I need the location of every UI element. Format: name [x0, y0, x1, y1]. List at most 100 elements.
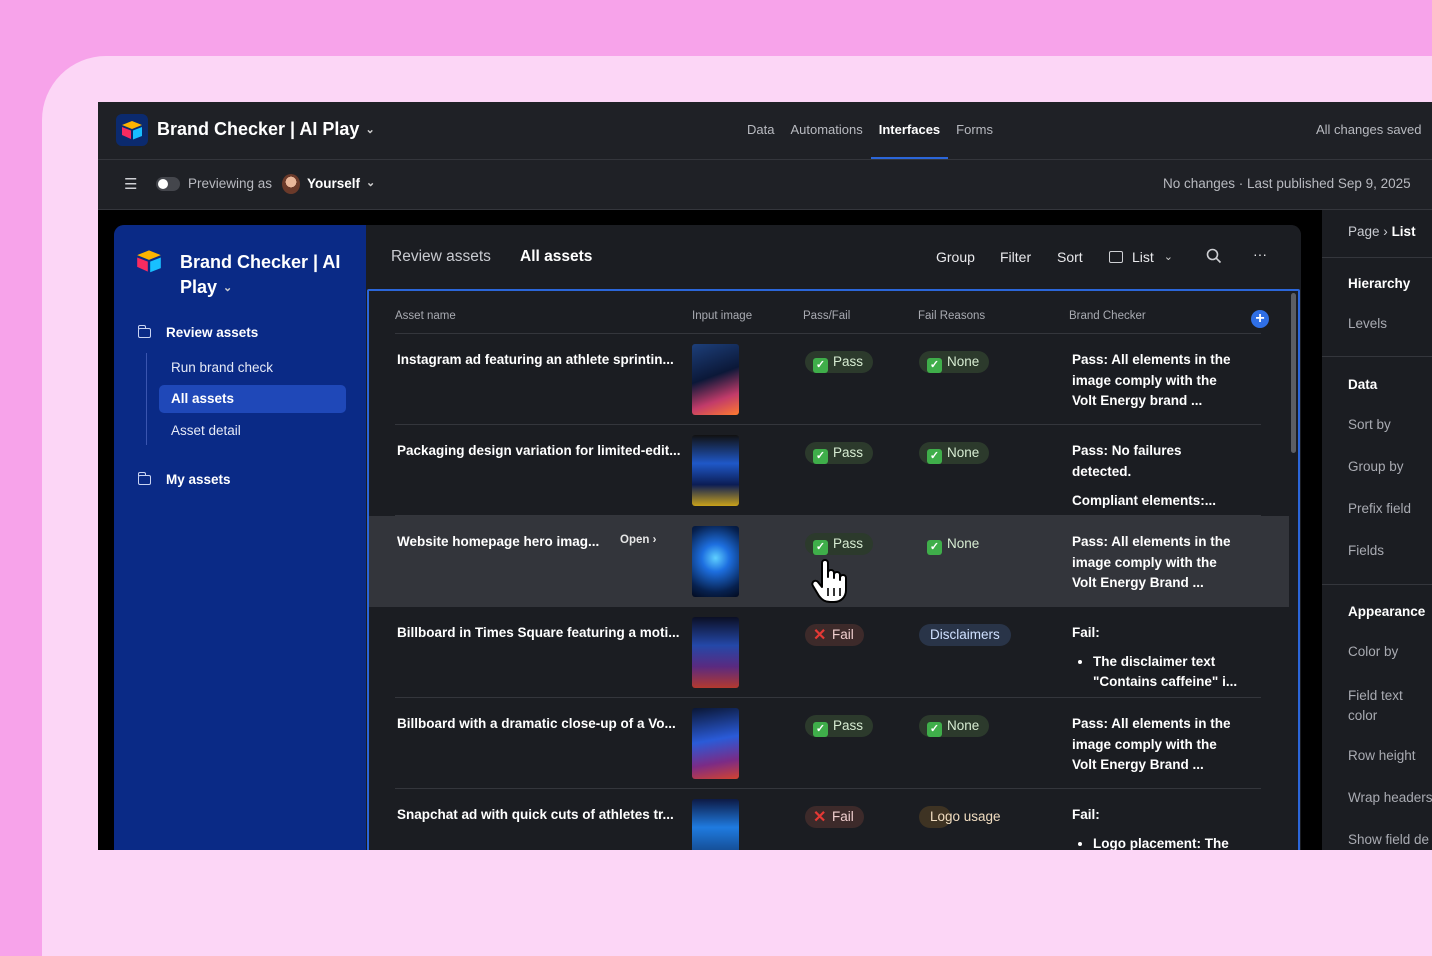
column-header-brand-checker[interactable]: Brand Checker — [1069, 310, 1146, 322]
reason-text: None — [947, 354, 980, 369]
open-label: Open — [620, 534, 650, 546]
check-icon: ✓ — [927, 540, 942, 555]
asset-name: Website homepage hero imag... — [397, 534, 600, 549]
x-mark-icon: ✕ — [813, 809, 827, 826]
app-title-text: Brand Checker | AI Play — [157, 119, 360, 139]
divider — [1322, 257, 1432, 258]
check-icon: ✓ — [927, 722, 942, 737]
list-view-icon — [1109, 251, 1123, 263]
app-logo-icon[interactable] — [116, 114, 148, 146]
setting-prefix-field[interactable]: Prefix field — [1348, 501, 1411, 516]
view-label: List — [1132, 249, 1154, 265]
interface-panel: Brand Checker | AI Play ⌄ Review assets R… — [114, 225, 1301, 850]
reason-text: None — [947, 536, 980, 551]
sidebar-section-review-assets[interactable]: Review assets — [137, 324, 259, 340]
chevron-down-icon: ⌄ — [366, 177, 376, 189]
sidebar-item-asset-detail[interactable]: Asset detail — [159, 417, 346, 445]
table-row[interactable]: Billboard in Times Square featuring a mo… — [369, 607, 1289, 698]
filter-button[interactable]: Filter — [1000, 249, 1031, 265]
reason-badge: ✓ None — [919, 442, 990, 464]
sidebar-title-text: Brand Checker | AI Play — [180, 252, 341, 297]
reason-badge: ✓ None — [919, 715, 990, 737]
nav-data[interactable]: Data — [739, 102, 782, 159]
section-data: Data — [1348, 377, 1378, 392]
sidebar-item-all-assets[interactable]: All assets — [159, 385, 346, 413]
chevron-down-icon: ⌄ — [365, 124, 375, 136]
breadcrumb-review-assets[interactable]: Review assets — [391, 248, 491, 266]
sidebar: Brand Checker | AI Play ⌄ Review assets R… — [114, 225, 366, 850]
previewing-label: Previewing as — [188, 176, 273, 191]
sidebar-item-run-brand-check[interactable]: Run brand check — [159, 354, 346, 382]
setting-row-height[interactable]: Row height — [1348, 748, 1416, 763]
table-row[interactable]: Instagram ad featuring an athlete sprint… — [369, 334, 1289, 425]
status-badge: ✕ Fail — [805, 624, 864, 646]
brand-checker-cell: Pass: No failures detected. Compliant el… — [1072, 441, 1242, 512]
sidebar-tree-line — [146, 353, 147, 445]
brand-checker-bullet: Logo placement: The — [1093, 834, 1242, 851]
table-row[interactable]: Packaging design variation for limited-e… — [369, 425, 1289, 516]
x-mark-icon: ✕ — [813, 627, 827, 644]
search-icon[interactable] — [1206, 248, 1222, 267]
status-text: Pass — [833, 354, 864, 369]
page-title: All assets — [520, 248, 593, 265]
status-text: Pass — [833, 718, 864, 733]
more-options-icon[interactable]: ··· — [1253, 246, 1267, 262]
main-content: Review assets All assets Group Filter So… — [367, 225, 1301, 850]
section-appearance: Appearance — [1348, 604, 1426, 619]
section-hierarchy: Hierarchy — [1348, 276, 1411, 291]
setting-levels[interactable]: Levels — [1348, 316, 1387, 331]
status-badge: ✓ Pass — [805, 351, 874, 373]
column-header-pass-fail[interactable]: Pass/Fail — [803, 310, 850, 322]
add-field-button[interactable]: + — [1251, 310, 1269, 328]
brand-checker-cell: Fail: The disclaimer text "Contains caff… — [1072, 623, 1242, 693]
properties-panel: Page › List Hierarchy Levels Data Sort b… — [1322, 210, 1432, 850]
status-badge: ✓ Pass — [805, 715, 874, 737]
table-row[interactable]: Billboard with a dramatic close-up of a … — [369, 698, 1289, 789]
sidebar-section-label: Review assets — [166, 325, 259, 340]
chevron-down-icon: ⌄ — [223, 282, 233, 294]
setting-field-text-color[interactable]: Field text color — [1348, 686, 1418, 726]
brand-checker-text: Pass: All elements in the image comply w… — [1072, 534, 1231, 590]
nav-automations[interactable]: Automations — [782, 102, 870, 159]
breadcrumb-page[interactable]: Page — [1348, 224, 1380, 239]
nav-interfaces[interactable]: Interfaces — [870, 102, 949, 159]
status-text: Pass — [833, 536, 864, 551]
asset-thumbnail — [692, 799, 739, 850]
chevron-right-icon: › — [652, 534, 657, 546]
preview-bar: ☰ Previewing as Yourself ⌄ No changes · L… — [98, 160, 1432, 210]
chevron-right-icon: › — [1383, 224, 1388, 239]
brand-checker-text: Fail: — [1072, 625, 1100, 640]
brand-checker-cell: Fail: Logo placement: The — [1072, 805, 1242, 850]
setting-sort-by[interactable]: Sort by — [1348, 417, 1391, 432]
preview-user-select[interactable]: Yourself ⌄ — [307, 176, 375, 191]
sidebar-section-label: My assets — [166, 472, 231, 487]
view-switcher[interactable]: List ⌄ — [1109, 249, 1173, 265]
setting-group-by[interactable]: Group by — [1348, 459, 1404, 474]
divider — [1322, 356, 1432, 357]
reason-badge: ✓ None — [919, 351, 990, 373]
scrollbar[interactable] — [1291, 293, 1296, 453]
sidebar-title[interactable]: Brand Checker | AI Play ⌄ — [180, 250, 350, 301]
column-header-input-image[interactable]: Input image — [692, 310, 752, 322]
column-header-asset-name[interactable]: Asset name — [395, 310, 456, 322]
sort-button[interactable]: Sort — [1057, 249, 1083, 265]
asset-thumbnail — [692, 617, 739, 688]
setting-color-by[interactable]: Color by — [1348, 644, 1398, 659]
setting-fields[interactable]: Fields — [1348, 543, 1384, 558]
setting-show-field[interactable]: Show field de — [1348, 832, 1429, 847]
open-record-button[interactable]: Open › — [620, 534, 656, 546]
check-icon: ✓ — [927, 449, 942, 464]
column-header-fail-reasons[interactable]: Fail Reasons — [918, 310, 985, 322]
preview-toggle[interactable] — [156, 177, 180, 191]
setting-wrap-headers[interactable]: Wrap headers — [1348, 790, 1432, 805]
menu-icon[interactable]: ☰ — [124, 177, 137, 192]
nav-forms[interactable]: Forms — [948, 102, 1001, 159]
asset-name: Packaging design variation for limited-e… — [397, 443, 681, 458]
sidebar-logo-icon — [136, 249, 162, 278]
table-row[interactable]: Snapchat ad with quick cuts of athletes … — [369, 789, 1289, 850]
chevron-down-icon: ⌄ — [1163, 251, 1174, 263]
group-button[interactable]: Group — [936, 249, 975, 265]
sidebar-section-my-assets[interactable]: My assets — [137, 471, 231, 487]
brand-checker-text: Pass: All elements in the image comply w… — [1072, 352, 1231, 408]
app-title[interactable]: Brand Checker | AI Play ⌄ — [157, 119, 375, 140]
